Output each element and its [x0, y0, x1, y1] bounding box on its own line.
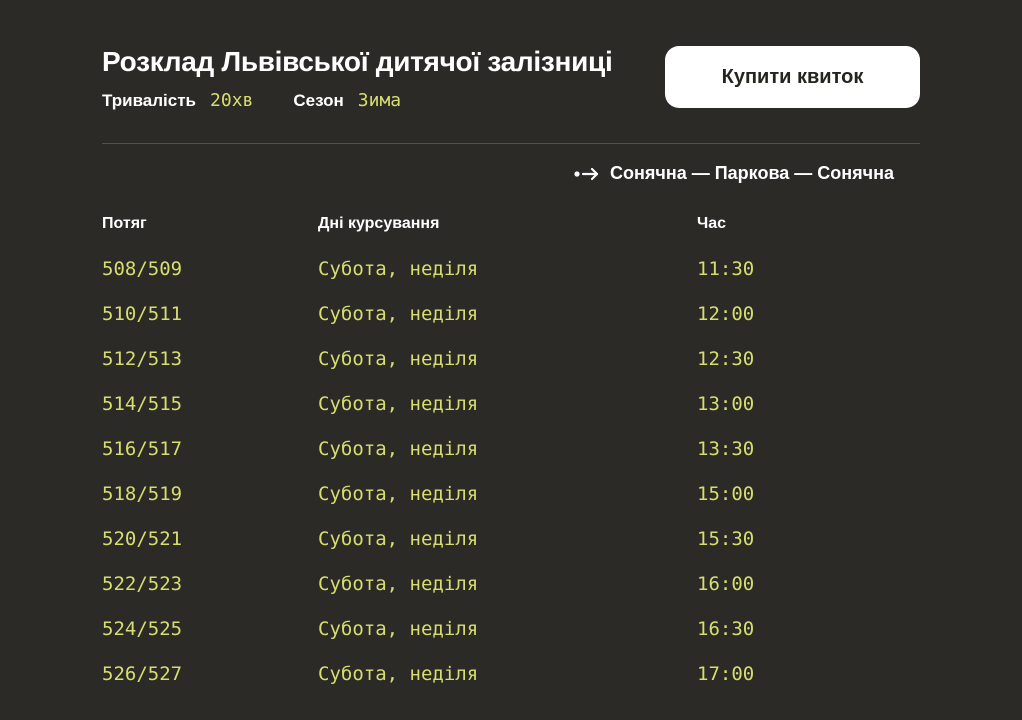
departure-time: 17:00 [697, 662, 755, 685]
table-row: 512/513 Субота, неділя 12:30 [102, 336, 920, 381]
train-number: 520/521 [102, 527, 183, 550]
duration-label: Тривалість [102, 91, 197, 110]
page-header: Розклад Львівської дитячої залізниці Три… [102, 44, 920, 111]
meta-line: Тривалість 20хв Сезон Зима [102, 90, 612, 111]
table-row: 516/517 Субота, неділя 13:30 [102, 426, 920, 471]
season-value: Зима [357, 90, 402, 111]
running-days: Субота, неділя [318, 302, 479, 325]
departure-time: 11:30 [697, 257, 755, 280]
departure-time: 16:00 [697, 572, 755, 595]
route-arrow-icon [574, 166, 600, 182]
duration-value: 20хв [210, 90, 254, 111]
schedule-page: Розклад Львівської дитячої залізниці Три… [0, 0, 1022, 720]
train-number: 508/509 [102, 257, 183, 280]
train-number: 512/513 [102, 347, 183, 370]
schedule-table: Потяг Дні курсування Час 508/509 Субота,… [102, 201, 920, 696]
column-header-time: Час [697, 214, 727, 232]
train-number: 518/519 [102, 482, 183, 505]
running-days: Субота, неділя [318, 257, 479, 280]
train-number: 514/515 [102, 392, 183, 415]
column-header-train: Потяг [102, 214, 147, 232]
departure-time: 13:00 [697, 392, 755, 415]
departure-time: 16:30 [697, 617, 755, 640]
table-row: 518/519 Субота, неділя 15:00 [102, 471, 920, 516]
train-number: 522/523 [102, 572, 183, 595]
table-row: 508/509 Субота, неділя 11:30 [102, 246, 920, 291]
season-label: Сезон [293, 91, 344, 110]
table-body: 508/509 Субота, неділя 11:30 510/511 Суб… [102, 246, 920, 696]
departure-time: 12:30 [697, 347, 755, 370]
running-days: Субота, неділя [318, 437, 479, 460]
train-number: 524/525 [102, 617, 183, 640]
running-days: Субота, неділя [318, 482, 479, 505]
column-header-days: Дні курсування [318, 214, 440, 232]
table-header-row: Потяг Дні курсування Час [102, 201, 920, 246]
departure-time: 13:30 [697, 437, 755, 460]
train-number: 526/527 [102, 662, 183, 685]
table-row: 510/511 Субота, неділя 12:00 [102, 291, 920, 336]
running-days: Субота, неділя [318, 572, 479, 595]
table-row: 514/515 Субота, неділя 13:00 [102, 381, 920, 426]
running-days: Субота, неділя [318, 662, 479, 685]
departure-time: 15:00 [697, 482, 755, 505]
running-days: Субота, неділя [318, 392, 479, 415]
departure-time: 12:00 [697, 302, 755, 325]
train-number: 516/517 [102, 437, 183, 460]
divider [102, 143, 920, 144]
table-row: 522/523 Субота, неділя 16:00 [102, 561, 920, 606]
table-row: 524/525 Субота, неділя 16:30 [102, 606, 920, 651]
route-text: Сонячна — Паркова — Сонячна [610, 163, 894, 183]
running-days: Субота, неділя [318, 347, 479, 370]
departure-time: 15:30 [697, 527, 755, 550]
title-block: Розклад Львівської дитячої залізниці Три… [102, 44, 613, 111]
table-row: 520/521 Субота, неділя 15:30 [102, 516, 920, 561]
table-row: 526/527 Субота, неділя 17:00 [102, 651, 920, 696]
buy-ticket-button[interactable]: Купити квиток [665, 46, 920, 108]
page-title: Розклад Львівської дитячої залізниці [102, 46, 613, 77]
running-days: Субота, неділя [318, 617, 479, 640]
train-number: 510/511 [102, 302, 183, 325]
route-line: Сонячна — Паркова — Сонячна [102, 163, 920, 184]
running-days: Субота, неділя [318, 527, 479, 550]
